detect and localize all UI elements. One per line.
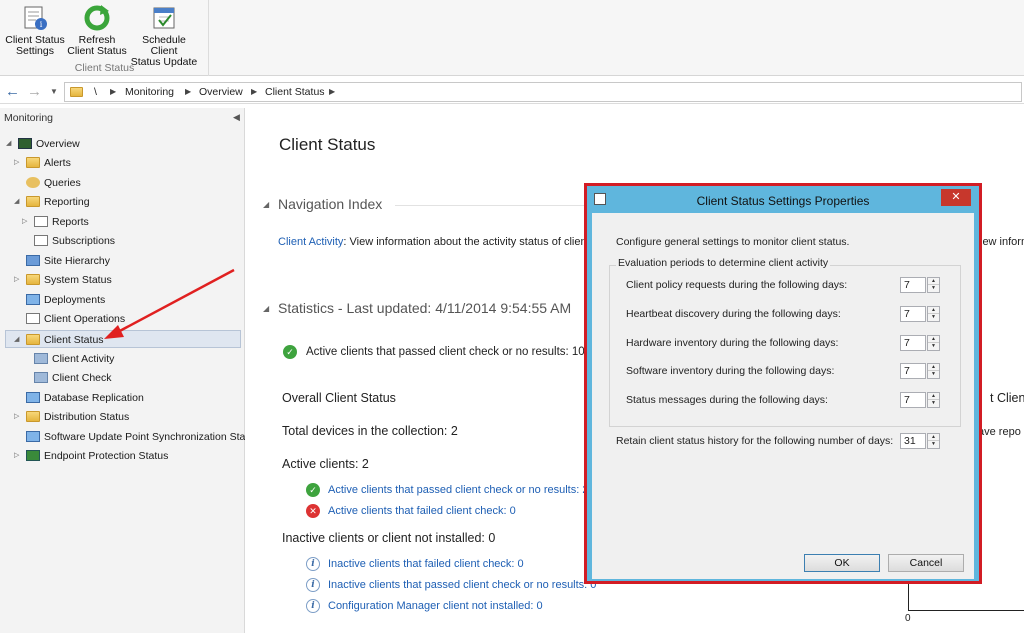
spin-down-icon[interactable]: ▼ [928, 314, 939, 321]
status-messages-label: Status messages during the following day… [626, 394, 828, 406]
client-policy-label: Client policy requests during the follow… [626, 279, 848, 291]
heartbeat-discovery-input[interactable]: 7 [900, 306, 926, 322]
spin-down-icon[interactable]: ▼ [928, 400, 939, 407]
retain-history-stepper[interactable]: 31 ▲ ▼ [900, 433, 942, 449]
dialog-title: Client Status Settings Properties [696, 194, 870, 208]
evaluation-periods-group-label: Evaluation periods to determine client a… [616, 257, 831, 269]
spin-down-icon[interactable]: ▼ [928, 285, 939, 292]
spin-up-icon[interactable]: ▲ [928, 278, 939, 285]
software-inventory-stepper[interactable]: 7 ▲ ▼ [900, 363, 942, 379]
hardware-inventory-input[interactable]: 7 [900, 335, 926, 351]
spin-up-icon[interactable]: ▲ [928, 434, 939, 441]
dialog-body: Configure general settings to monitor cl… [592, 213, 974, 579]
client-policy-input[interactable]: 7 [900, 277, 926, 293]
hardware-inventory-stepper[interactable]: 7 ▲ ▼ [900, 335, 942, 351]
cancel-button[interactable]: Cancel [888, 554, 964, 572]
status-messages-stepper[interactable]: 7 ▲ ▼ [900, 392, 942, 408]
dialog-intro-text: Configure general settings to monitor cl… [616, 236, 850, 248]
spin-up-icon[interactable]: ▲ [928, 307, 939, 314]
spin-down-icon[interactable]: ▼ [928, 441, 939, 448]
software-inventory-input[interactable]: 7 [900, 363, 926, 379]
software-inventory-label: Software inventory during the following … [626, 365, 835, 377]
client-policy-stepper[interactable]: 7 ▲ ▼ [900, 277, 942, 293]
heartbeat-discovery-stepper[interactable]: 7 ▲ ▼ [900, 306, 942, 322]
dialog-titlebar[interactable]: Client Status Settings Properties ✕ [587, 186, 979, 213]
spin-up-icon[interactable]: ▲ [928, 364, 939, 371]
spin-down-icon[interactable]: ▼ [928, 343, 939, 350]
spin-down-icon[interactable]: ▼ [928, 371, 939, 378]
status-messages-input[interactable]: 7 [900, 392, 926, 408]
ok-button[interactable]: OK [804, 554, 880, 572]
retain-history-label: Retain client status history for the fol… [616, 435, 894, 447]
retain-history-input[interactable]: 31 [900, 433, 926, 449]
client-status-settings-dialog: Client Status Settings Properties ✕ Conf… [584, 183, 982, 584]
spin-up-icon[interactable]: ▲ [928, 393, 939, 400]
hardware-inventory-label: Hardware inventory during the following … [626, 337, 839, 349]
heartbeat-discovery-label: Heartbeat discovery during the following… [626, 308, 841, 320]
close-icon[interactable]: ✕ [941, 189, 971, 206]
spin-up-icon[interactable]: ▲ [928, 336, 939, 343]
